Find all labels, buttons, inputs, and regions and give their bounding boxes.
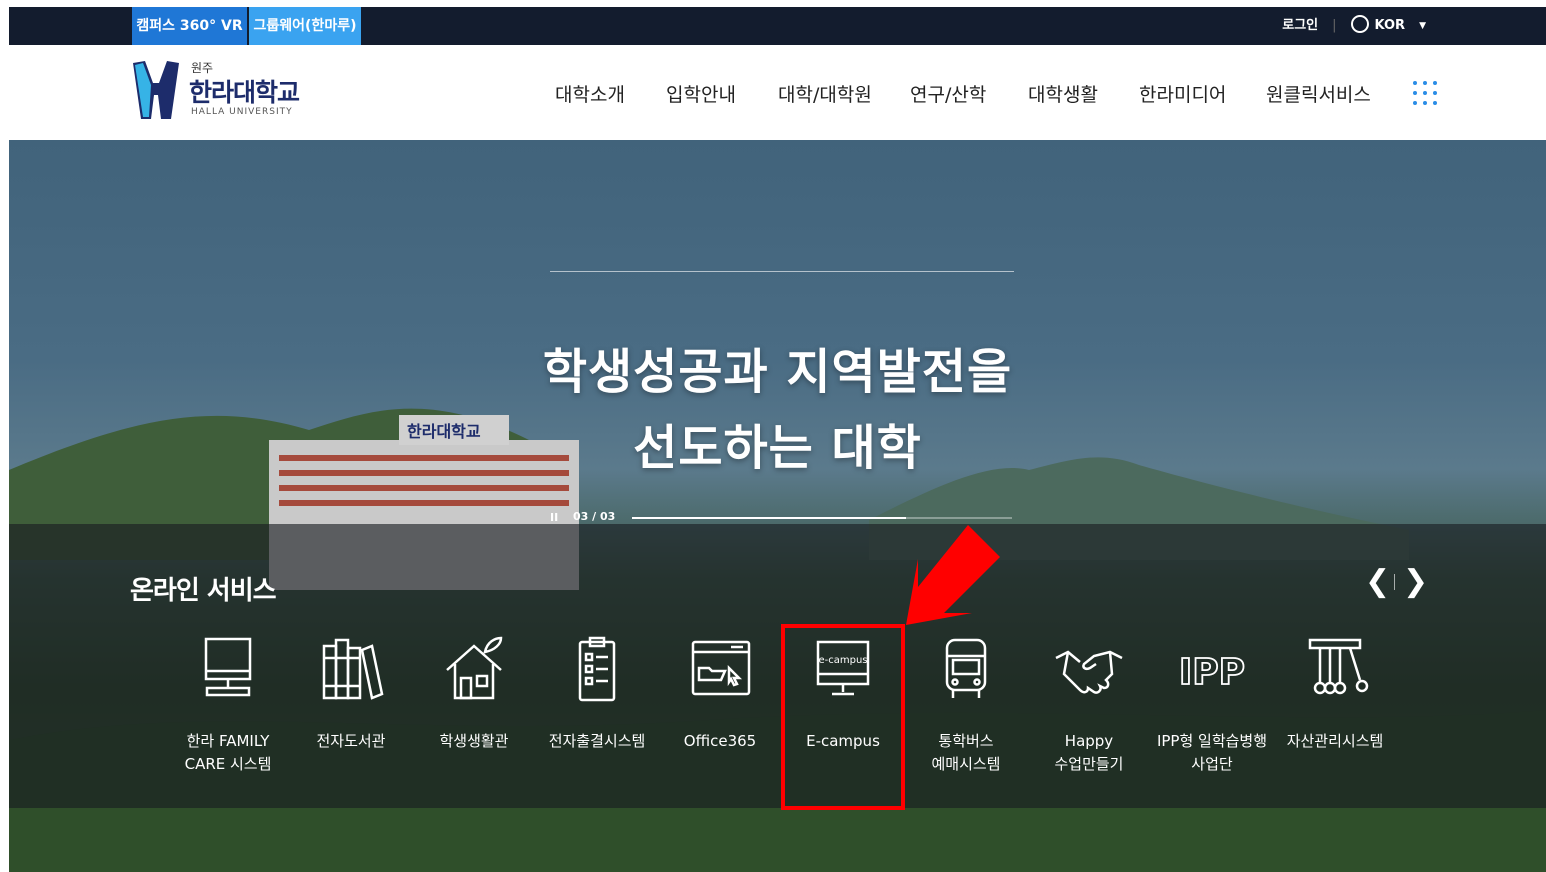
books-icon	[322, 638, 384, 700]
service-label: 학생생활관	[439, 732, 509, 750]
login-link[interactable]: 로그인	[1282, 18, 1318, 33]
top-utility-bar: 캠퍼스 360° VR 그룹웨어(한마루) 로그인 | KOR ▼	[9, 7, 1546, 45]
divider: |	[1332, 18, 1337, 33]
hero-divider	[550, 271, 1014, 272]
service-label: 전자출결시스템	[548, 732, 646, 750]
all-menu-icon[interactable]	[1413, 81, 1437, 105]
hero-title-line2: 선도하는 대학	[633, 420, 922, 476]
groupware-link[interactable]: 그룹웨어(한마루)	[249, 7, 361, 45]
highlight-box	[781, 624, 905, 810]
caret-down-icon: ▼	[1419, 21, 1426, 31]
top-right-group: 로그인 | KOR ▼	[1282, 7, 1426, 45]
nav-research[interactable]: 연구/산학	[910, 80, 986, 107]
service-label: 전자도서관	[316, 732, 386, 750]
service-label: 사업단	[1191, 755, 1233, 773]
service-label: 자산관리시스템	[1286, 732, 1384, 750]
service-label: CARE 시스템	[184, 755, 272, 773]
arrow-divider	[1394, 574, 1395, 590]
red-pointer-arrow-icon	[906, 525, 1000, 625]
nav-admission[interactable]: 입학안내	[666, 80, 736, 107]
main-header: 원주 한라대학교 HALLA UNIVERSITY 대학소개 입학안내 대학/대…	[9, 45, 1546, 140]
house-icon	[446, 636, 503, 700]
monitor-icon	[204, 637, 252, 697]
service-label: 통학버스	[938, 732, 994, 750]
service-e-library[interactable]: 전자도서관	[291, 634, 411, 753]
service-office365[interactable]: Office365	[660, 634, 780, 753]
nav-oneclick[interactable]: 원클릭서비스	[1266, 80, 1371, 107]
hero-banner: 한라대학교 학생성공과 지역발전을 선도하는 대학 II 03 / 03 온라인…	[9, 140, 1546, 872]
prev-arrow-icon[interactable]: ❮	[1365, 564, 1390, 599]
service-ipp[interactable]: IPP IPP형 일학습병행사업단	[1152, 634, 1272, 776]
browser-folder-icon	[691, 640, 751, 696]
service-label: 수업만들기	[1054, 755, 1124, 773]
campus-vr-link[interactable]: 캠퍼스 360° VR	[132, 7, 247, 45]
checklist-icon	[578, 636, 616, 702]
next-arrow-icon[interactable]: ❯	[1403, 564, 1428, 599]
service-label: IPP형 일학습병행	[1156, 732, 1268, 750]
slide-progress-bar	[632, 517, 1012, 519]
services-title: 온라인 서비스	[130, 576, 277, 606]
ipp-icon-text: IPP	[1179, 652, 1245, 693]
service-happy-class[interactable]: Happy 수업만들기	[1029, 634, 1149, 776]
nav-about[interactable]: 대학소개	[555, 80, 625, 107]
service-asset-management[interactable]: 자산관리시스템	[1275, 634, 1395, 753]
nav-media[interactable]: 한라미디어	[1139, 80, 1226, 107]
nav-campus-life[interactable]: 대학생활	[1028, 80, 1098, 107]
cradle-icon	[1308, 638, 1369, 695]
service-dormitory[interactable]: 학생생활관	[414, 634, 534, 753]
slide-progress-fill	[632, 517, 906, 519]
online-services-panel: 온라인 서비스 ❮ ❯ 한라 FAMILY CARE 시스템 전자도서관 학생생활…	[9, 524, 1546, 808]
handshake-icon	[1055, 650, 1123, 694]
hero-title-line1: 학생성공과 지역발전을	[542, 344, 1013, 400]
logo-english: HALLA UNIVERSITY	[191, 107, 293, 117]
service-shuttle-bus[interactable]: 통학버스예매시스템	[906, 634, 1026, 776]
logo-name: 한라대학교	[189, 78, 300, 107]
globe-icon	[1350, 15, 1369, 33]
service-family-care[interactable]: 한라 FAMILY CARE 시스템	[168, 634, 288, 776]
language-selector[interactable]: KOR ▼	[1350, 15, 1426, 33]
nav-colleges[interactable]: 대학/대학원	[778, 80, 872, 107]
service-label: 예매시스템	[931, 755, 1001, 773]
university-logo[interactable]: 원주 한라대학교 HALLA UNIVERSITY	[131, 57, 301, 127]
pause-icon[interactable]: II	[550, 511, 558, 524]
service-label: 한라 FAMILY	[186, 732, 270, 750]
service-label: Office365	[683, 732, 757, 750]
ipp-icon: IPP	[1178, 651, 1246, 694]
bus-icon	[945, 638, 987, 698]
logo-mark-icon	[133, 61, 179, 119]
slide-counter: 03 / 03	[573, 510, 616, 523]
service-attendance[interactable]: 전자출결시스템	[537, 634, 657, 753]
service-label: Happy	[1064, 732, 1114, 750]
language-label: KOR	[1374, 18, 1406, 33]
